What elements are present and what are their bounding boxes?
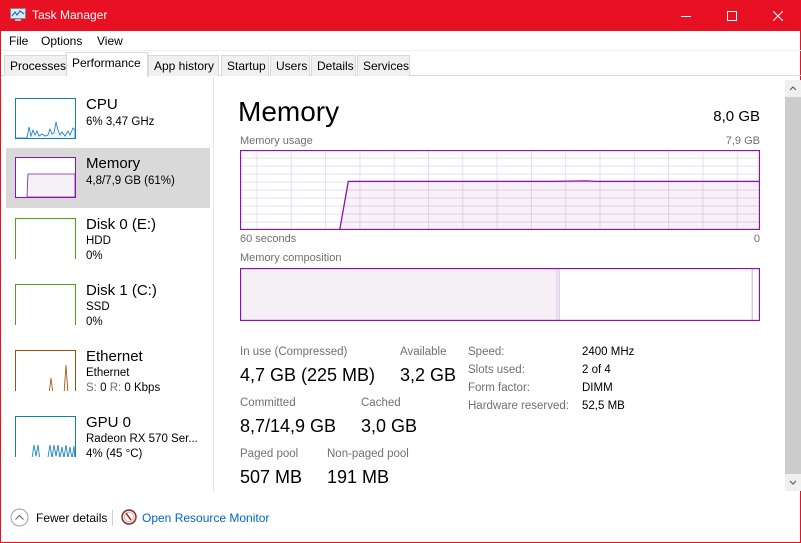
sidebar-item-disk-0[interactable]: Disk 0 (E:) HDD 0% <box>6 214 210 274</box>
sidebar-item-disk-1[interactable]: Disk 1 (C:) SSD 0% <box>6 280 210 340</box>
tab-users[interactable]: Users <box>270 55 310 76</box>
chevron-up-circle-icon <box>10 508 29 527</box>
sidebar-memory-name: Memory <box>86 155 141 172</box>
non-paged-pool-value: 191 MB <box>327 467 390 487</box>
form-factor-label: Form factor: <box>468 382 530 394</box>
sidebar-ethernet-adapter: Ethernet <box>86 367 130 379</box>
memory-usage-max: 7,9 GB <box>725 135 760 147</box>
memory-usage-graph <box>240 150 760 230</box>
composition-standby <box>559 268 753 321</box>
window-title: Task Manager <box>32 8 108 22</box>
receive-label: R: <box>109 382 122 394</box>
scrollbar-thumb[interactable] <box>785 97 801 474</box>
committed-value: 8,7/14,9 GB <box>240 416 337 436</box>
sidebar-item-ethernet[interactable]: Ethernet Ethernet S: 0 R: 0 Kbps <box>6 346 210 406</box>
performance-sidebar: CPU 6% 3,47 GHz Memory 4,8/7,9 GB (61%) … <box>1 77 214 492</box>
sidebar-item-memory[interactable]: Memory 4,8/7,9 GB (61%) <box>6 148 210 208</box>
tab-startup[interactable]: Startup <box>221 55 269 76</box>
sidebar-disk-0-name: Disk 0 (E:) <box>86 216 157 233</box>
sidebar-memory-usage: 4,8/7,9 GB (61%) <box>86 175 175 187</box>
open-resource-monitor-label: Open Resource Monitor <box>142 511 270 525</box>
sidebar-cpu-name: CPU <box>86 96 118 113</box>
minimize-icon <box>681 15 691 17</box>
memory-composition-bar <box>240 268 760 321</box>
tab-processes[interactable]: Processes <box>4 55 67 76</box>
task-manager-window: Task Manager File Options View Processes… <box>0 0 801 543</box>
fewer-details-label: Fewer details <box>36 511 108 525</box>
menu-options[interactable]: Options <box>41 34 82 48</box>
close-button[interactable] <box>755 0 801 31</box>
sidebar-gpu-model: Radeon RX 570 Ser... <box>86 433 198 445</box>
in-use-value: 4,7 GB (225 MB) <box>240 365 376 385</box>
sidebar-ethernet-throughput: S: 0 R: 0 Kbps <box>86 382 160 394</box>
gpu-mini-graph <box>15 416 76 457</box>
paged-pool-label: Paged pool <box>240 448 299 460</box>
disk-1-mini-graph <box>15 284 76 325</box>
memory-detail-panel: Memory 8,0 GB Memory usage 7,9 GB 60 sec… <box>231 77 771 492</box>
menu-bar: File Options View <box>1 31 801 51</box>
resource-monitor-icon <box>121 509 137 525</box>
send-value: 0 <box>100 382 107 394</box>
total-memory: 8,0 GB <box>713 108 760 125</box>
sidebar-disk-1-usage: 0% <box>86 316 103 328</box>
speed-label: Speed: <box>468 346 505 358</box>
vertical-scrollbar[interactable] <box>785 80 801 491</box>
menu-file[interactable]: File <box>9 34 28 48</box>
maximize-icon <box>727 10 737 21</box>
cpu-mini-graph <box>15 98 76 139</box>
tab-bar: Processes Performance App history Startu… <box>1 52 801 77</box>
tab-details[interactable]: Details <box>311 55 356 76</box>
hardware-reserved-value: 52,5 MB <box>582 400 625 412</box>
receive-value: 0 Kbps <box>124 382 161 394</box>
slots-label: Slots used: <box>468 364 525 376</box>
open-resource-monitor-link[interactable]: Open Resource Monitor <box>121 507 281 529</box>
memory-usage-label: Memory usage <box>240 135 313 147</box>
sidebar-item-gpu-0[interactable]: GPU 0 Radeon RX 570 Ser... 4% (45 °C) <box>6 412 210 472</box>
footer-bar: Fewer details Open Resource Monitor <box>1 497 801 542</box>
task-manager-icon <box>10 8 26 21</box>
sidebar-item-cpu[interactable]: CPU 6% 3,47 GHz <box>6 92 210 152</box>
minimize-button[interactable] <box>663 0 709 31</box>
graph-time-end: 0 <box>753 233 760 245</box>
memory-mini-graph <box>15 157 76 198</box>
title-bar[interactable]: Task Manager <box>1 0 801 31</box>
available-label: Available <box>400 346 447 358</box>
ethernet-mini-graph <box>15 350 76 391</box>
graph-time-start: 60 seconds <box>240 233 297 245</box>
close-icon <box>773 10 783 21</box>
scroll-down-icon[interactable] <box>789 480 797 486</box>
tab-services[interactable]: Services <box>357 55 410 76</box>
tab-performance[interactable]: Performance <box>66 52 148 77</box>
in-use-label: In use (Compressed) <box>240 346 348 358</box>
available-value: 3,2 GB <box>400 365 457 385</box>
form-factor-value: DIMM <box>582 382 613 394</box>
sidebar-gpu-name: GPU 0 <box>86 414 132 431</box>
committed-label: Committed <box>240 397 296 409</box>
maximize-button[interactable] <box>709 0 755 31</box>
cached-value: 3,0 GB <box>361 416 418 436</box>
non-paged-pool-label: Non-paged pool <box>327 448 409 460</box>
sidebar-cpu-usage: 6% 3,47 GHz <box>86 116 155 128</box>
sidebar-disk-1-type: SSD <box>86 301 110 313</box>
menu-view[interactable]: View <box>97 34 123 48</box>
fewer-details-button[interactable]: Fewer details <box>10 507 110 529</box>
page-title: Memory <box>238 96 340 127</box>
sidebar-ethernet-name: Ethernet <box>86 348 143 365</box>
sidebar-disk-0-type: HDD <box>86 235 111 247</box>
footer-divider <box>112 510 113 526</box>
sidebar-disk-1-name: Disk 1 (C:) <box>86 282 157 299</box>
paged-pool-value: 507 MB <box>240 467 303 487</box>
cached-label: Cached <box>361 397 401 409</box>
memory-composition-label: Memory composition <box>240 252 342 264</box>
send-label: S: <box>86 382 97 394</box>
sidebar-disk-0-usage: 0% <box>86 250 103 262</box>
disk-0-mini-graph <box>15 218 76 259</box>
hardware-reserved-label: Hardware reserved: <box>468 400 569 412</box>
slots-value: 2 of 4 <box>582 364 611 376</box>
tab-app-history[interactable]: App history <box>148 55 219 76</box>
speed-value: 2400 MHz <box>582 346 635 358</box>
composition-in-use <box>240 268 558 321</box>
scroll-up-icon[interactable] <box>789 85 797 91</box>
sidebar-gpu-usage: 4% (45 °C) <box>86 448 143 460</box>
